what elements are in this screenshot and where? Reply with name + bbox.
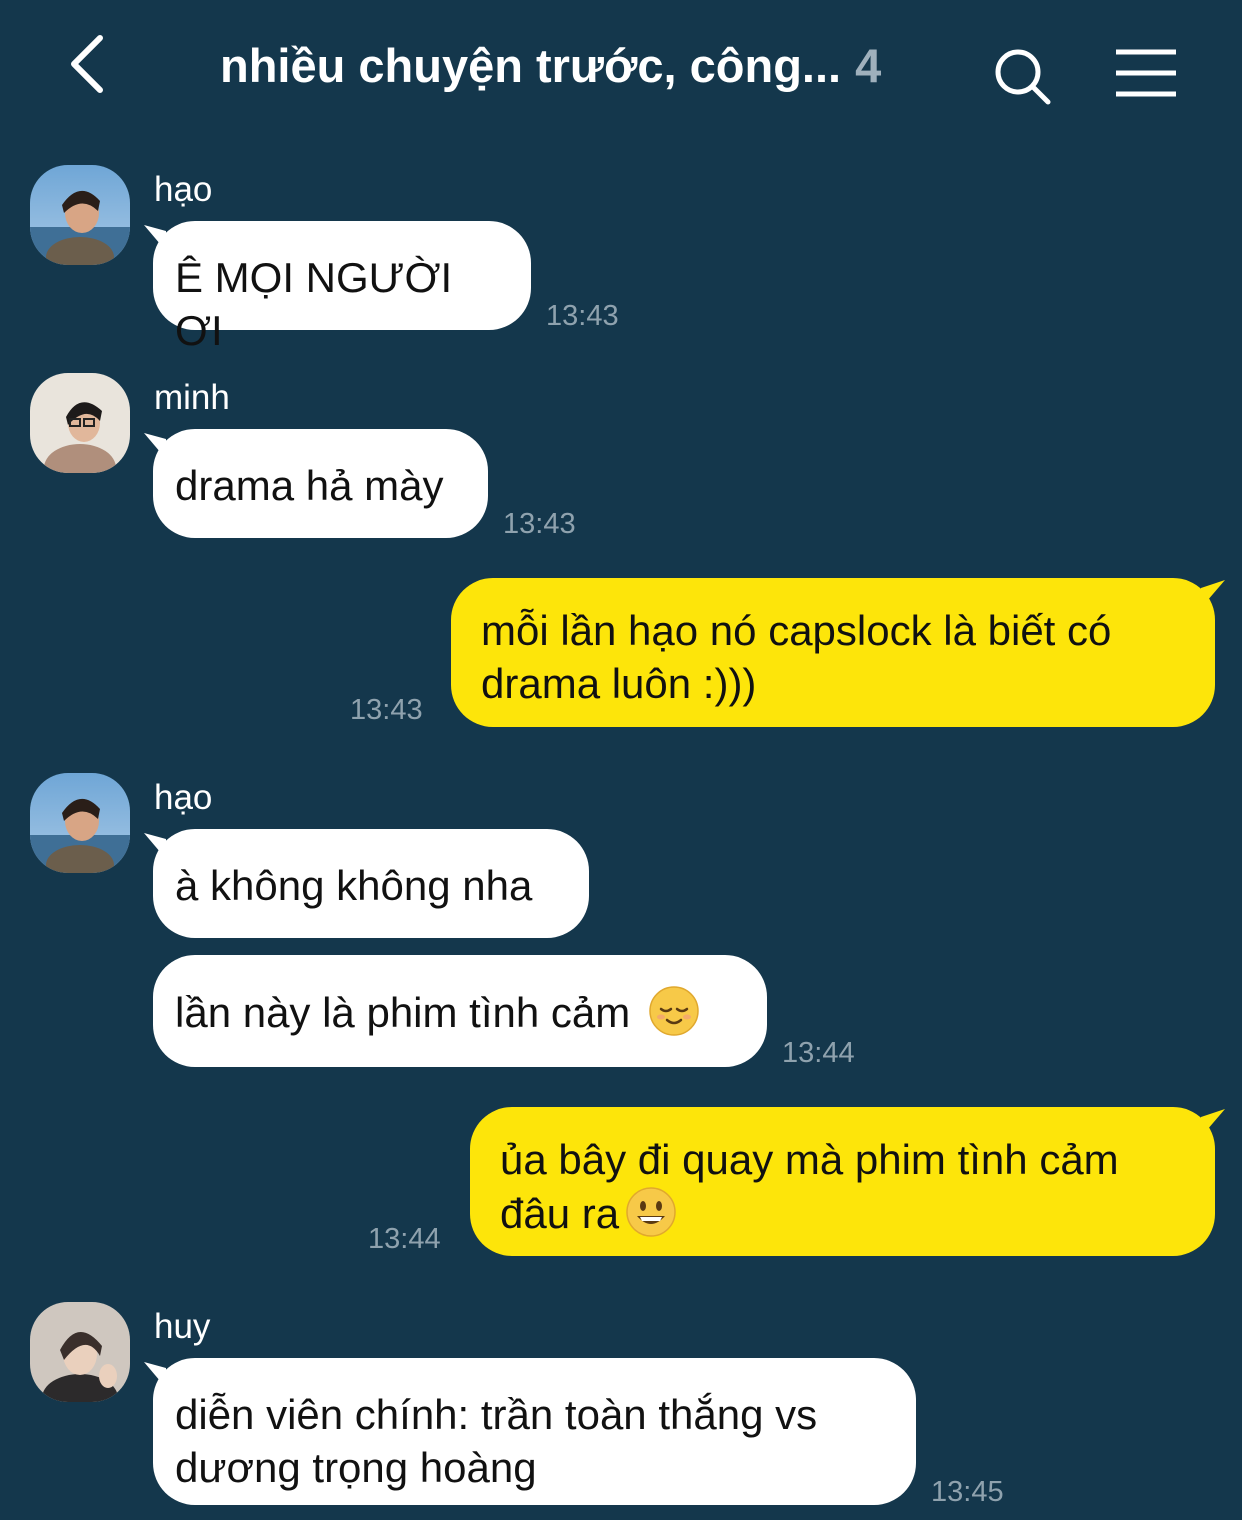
avatar-hao[interactable] bbox=[30, 165, 130, 265]
message-bubble-incoming[interactable]: drama hả mày bbox=[144, 429, 488, 538]
message-time: 13:43 bbox=[503, 508, 576, 540]
grinning-face-emoji bbox=[626, 1187, 676, 1237]
message-bubble-incoming[interactable]: lần này là phim tình cảm bbox=[153, 955, 767, 1067]
message-time: 13:44 bbox=[368, 1223, 441, 1255]
bubble-tail bbox=[144, 833, 166, 859]
back-button[interactable] bbox=[60, 32, 120, 96]
chat-title-text: nhiều chuyện trước, công... bbox=[220, 39, 842, 92]
message-text: lần này là phim tình cảm bbox=[175, 989, 631, 1036]
message-text-line: mỗi lần hạo nó capslock là biết có bbox=[481, 607, 1112, 654]
sender-name: hạo bbox=[154, 778, 213, 817]
message-bubble-outgoing[interactable]: mỗi lần hạo nó capslock là biết có drama… bbox=[451, 578, 1225, 727]
relieved-face-emoji bbox=[649, 986, 699, 1036]
message-bubble-incoming[interactable]: diễn viên chính: trần toàn thắng vs dươn… bbox=[144, 1358, 916, 1505]
bubble-tail bbox=[144, 1362, 166, 1388]
message-text: Ê MỌI NGƯỜI ƠI bbox=[175, 254, 453, 354]
sender-name: hạo bbox=[154, 170, 213, 209]
search-button[interactable] bbox=[990, 44, 1054, 108]
message-text-line: ủa bây đi quay mà phim tình cảm bbox=[500, 1136, 1119, 1183]
message-bubble-incoming[interactable]: à không không nha bbox=[144, 829, 589, 938]
message-text-line-with-emoji: đâu ra bbox=[500, 1186, 1185, 1240]
chat-header: nhiều chuyện trước, công... 4 bbox=[0, 0, 1242, 130]
member-count: 4 bbox=[855, 39, 882, 92]
chevron-left-icon bbox=[71, 35, 103, 93]
message-bubble-incoming[interactable]: Ê MỌI NGƯỜI ƠI bbox=[144, 221, 531, 354]
sender-name: minh bbox=[154, 378, 230, 417]
sender-name: huy bbox=[154, 1307, 211, 1346]
message-text-line: dương trọng hoàng bbox=[175, 1444, 537, 1491]
message-text-line: drama luôn :))) bbox=[481, 660, 757, 707]
bubble-tail bbox=[144, 433, 166, 459]
bubble-tail bbox=[1201, 1109, 1225, 1137]
search-icon bbox=[995, 49, 1051, 105]
message-text-line: diễn viên chính: trần toàn thắng vs bbox=[175, 1391, 818, 1438]
menu-button[interactable] bbox=[1110, 46, 1182, 100]
message-time: 13:43 bbox=[350, 694, 423, 726]
bubble-tail bbox=[144, 225, 166, 251]
message-text: à không không nha bbox=[175, 862, 533, 909]
chat-title[interactable]: nhiều chuyện trước, công... 4 bbox=[220, 36, 881, 96]
bubble-tail bbox=[1201, 580, 1225, 608]
message-time: 13:44 bbox=[782, 1037, 855, 1069]
avatar-hao[interactable] bbox=[30, 773, 130, 873]
message-text: đâu ra bbox=[500, 1190, 620, 1237]
avatar-minh[interactable] bbox=[30, 373, 130, 473]
message-text: drama hả mày bbox=[175, 462, 444, 509]
message-time: 13:43 bbox=[546, 300, 619, 332]
avatar-huy[interactable] bbox=[30, 1302, 130, 1402]
message-time: 13:45 bbox=[931, 1476, 1004, 1508]
message-bubble-outgoing[interactable]: ủa bây đi quay mà phim tình cảm đâu ra bbox=[470, 1107, 1225, 1256]
hamburger-menu-icon bbox=[1116, 49, 1176, 97]
